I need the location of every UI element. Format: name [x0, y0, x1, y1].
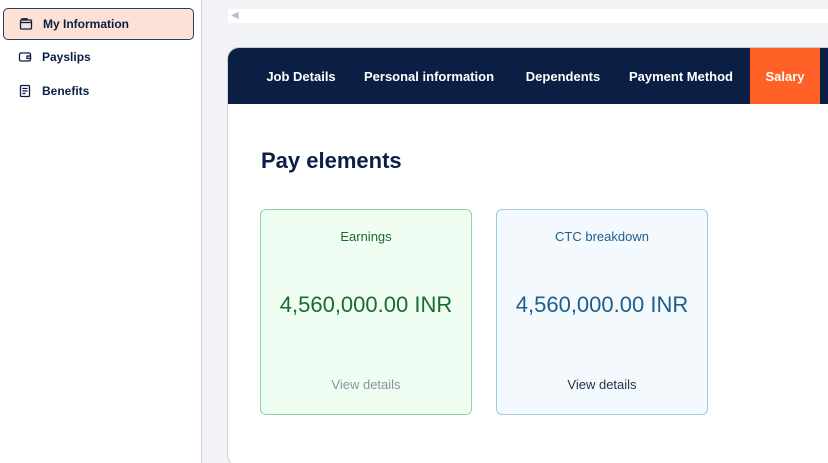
- sidebar-item-label: Payslips: [42, 50, 91, 64]
- card-label: Earnings: [340, 229, 392, 244]
- sidebar-item-benefits[interactable]: Benefits: [3, 75, 194, 107]
- page-title: Pay elements: [261, 148, 402, 173]
- card-amount: 4,560,000.00 INR: [515, 292, 689, 317]
- tab-personal-information[interactable]: Personal information: [355, 48, 503, 104]
- card-amount: 4,560,000.00 INR: [279, 292, 453, 317]
- view-details-link[interactable]: View details: [497, 377, 707, 392]
- sidebar-item-my-information[interactable]: My Information: [3, 8, 194, 40]
- document-list-icon: [18, 84, 32, 98]
- sidebar-item-label: Benefits: [42, 84, 90, 98]
- top-scroll-strip: ◀: [228, 9, 828, 23]
- tab-payment-method[interactable]: Payment Method: [621, 48, 741, 104]
- sidebar-item-label: My Information: [43, 17, 129, 31]
- chevron-left-icon[interactable]: ◀: [231, 10, 239, 21]
- earnings-card: Earnings 4,560,000.00 INR View details: [260, 209, 472, 415]
- tab-job-details[interactable]: Job Details: [252, 48, 350, 104]
- wallet-icon: [18, 50, 32, 64]
- tab-salary[interactable]: Salary: [750, 48, 820, 104]
- tab-bar: Job Details Personal information Depende…: [228, 48, 828, 104]
- card-label: CTC breakdown: [555, 229, 649, 244]
- main-card: Job Details Personal information Depende…: [227, 47, 828, 463]
- sidebar: My Information Payslips Benefits: [0, 0, 202, 463]
- view-details-link[interactable]: View details: [261, 377, 471, 392]
- folder-icon: [19, 17, 33, 31]
- tab-dependents[interactable]: Dependents: [515, 48, 611, 104]
- ctc-breakdown-card: CTC breakdown 4,560,000.00 INR View deta…: [496, 209, 708, 415]
- sidebar-item-payslips[interactable]: Payslips: [3, 41, 194, 73]
